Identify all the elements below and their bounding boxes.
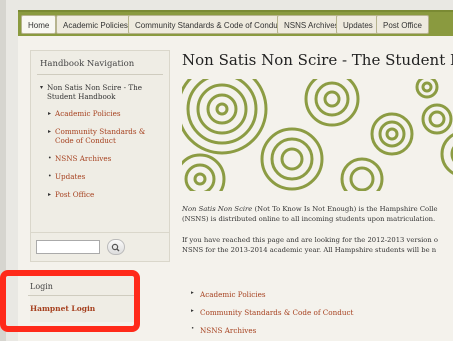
sidebar-item-label: Academic Policies [55,109,121,118]
search-button[interactable] [107,239,125,255]
tab-post-office[interactable]: Post Office [376,15,429,34]
sidebar-item-community-standards[interactable]: ▸ Community Standards & Code of Conduct [48,127,159,145]
top-tab-bar: Home Academic Policies Community Standar… [18,10,453,38]
sidebar-item-label: Post Office [55,190,95,199]
bullet-icon: • [48,173,52,180]
chevron-right-icon: ▸ [48,110,52,117]
tab-academic-policies[interactable]: Academic Policies [56,15,135,34]
sidebar-item-label: Community Standards & Code of Conduct [55,127,146,145]
tab-community-standards[interactable]: Community Standards & Code of Conduct [128,15,291,34]
link-academic-policies[interactable]: ▸ Academic Policies [191,290,266,299]
bullet-icon: • [191,326,195,332]
login-highlight-box [0,270,140,332]
sidebar-item-post-office[interactable]: ▸ Post Office [48,190,159,199]
tab-updates[interactable]: Updates [336,15,380,34]
chevron-right-icon: ▸ [48,128,52,135]
search-icon [111,243,120,252]
link-label: NSNS Archives [200,326,257,335]
chevron-down-icon: ▾ [40,84,44,91]
handbook-title-italic: Non Satis Non Scire [182,205,253,213]
intro-text: (Not To Know Is Not Enough) is the Hamps… [252,205,438,213]
chevron-right-icon: ▸ [48,191,52,198]
intro-paragraph-line: Non Satis Non Scire (Not To Know Is Not … [182,204,438,214]
spiral-banner-image [182,79,453,191]
handbook-navigation-title: Handbook Navigation [40,59,135,69]
intro-paragraph-line: (NSNS) is distributed online to all inco… [182,215,436,223]
sidebar-item-label: Non Satis Non Scire - The Student Handbo… [47,83,143,101]
spiral-graphic [182,79,453,191]
link-label: Academic Policies [200,290,266,299]
notice-paragraph-line: If you have reached this page and are lo… [182,236,439,244]
sidebar-item-nsns-archives[interactable]: • NSNS Archives [48,154,159,163]
sidebar-item-academic-policies[interactable]: ▸ Academic Policies [48,109,165,118]
chevron-right-icon: ▸ [191,308,194,314]
link-community-standards[interactable]: ▸ Community Standards & Code of Conduct [191,308,354,317]
sidebar-item-label: NSNS Archives [55,154,112,163]
divider [37,74,163,75]
sidebar-item-updates[interactable]: • Updates [48,172,159,181]
sidebar-item-label: Updates [55,172,86,181]
page-title: Non Satis Non Scire - The Student Han [182,51,453,69]
main-content: Non Satis Non Scire - The Student Han No… [176,36,453,341]
handbook-navigation-block: Handbook Navigation ▾ Non Satis Non Scir… [30,50,170,255]
sidebar-item-handbook[interactable]: ▾ Non Satis Non Scire - The Student Hand… [40,83,157,101]
link-nsns-archives[interactable]: • NSNS Archives [191,326,257,335]
search-block [30,232,170,262]
tab-home[interactable]: Home [21,15,57,34]
page-content: Handbook Navigation ▾ Non Satis Non Scir… [0,36,453,341]
bullet-icon: • [48,155,52,162]
search-input[interactable] [36,240,100,254]
notice-paragraph-line: NSNS for the 2013-2014 academic year. Al… [182,246,437,254]
chevron-right-icon: ▸ [191,290,194,296]
link-label: Community Standards & Code of Conduct [200,308,354,317]
